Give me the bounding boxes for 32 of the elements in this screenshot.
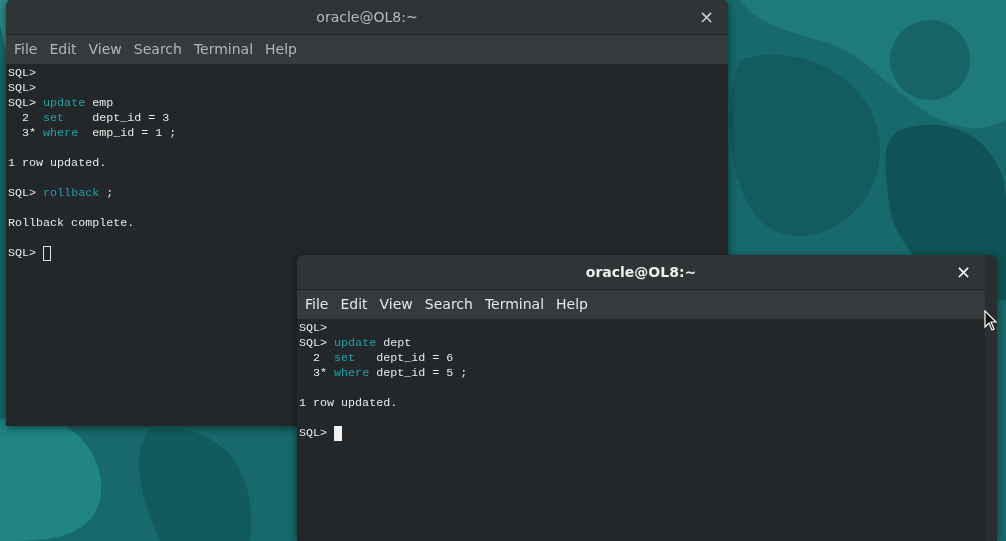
- menu-item[interactable]: Search: [127, 37, 188, 62]
- terminal-line: 1 row updated.: [299, 396, 399, 411]
- menu-item[interactable]: View: [373, 292, 419, 317]
- terminal-line: SQL> rollback ;: [8, 186, 115, 201]
- terminal-line: SQL> update dept: [299, 336, 413, 351]
- menu-item[interactable]: Help: [259, 37, 303, 62]
- terminal-line: 3* where emp_id = 1 ;: [21, 126, 178, 141]
- menu-item[interactable]: Terminal: [478, 292, 551, 317]
- menu-item[interactable]: Terminal: [187, 37, 260, 62]
- menu-item[interactable]: View: [82, 37, 128, 62]
- menu-item[interactable]: Search: [418, 292, 479, 317]
- menu-item[interactable]: Help: [550, 292, 594, 317]
- prompt-text: SQL>: [299, 426, 329, 440]
- terminal-line: SQL>: [8, 66, 38, 81]
- terminal-line: 3* where dept_id = 5 ;: [312, 366, 469, 381]
- close-button[interactable]: ×: [951, 262, 975, 282]
- terminal-line: SQL> update emp: [8, 96, 115, 111]
- terminal-line: SQL>: [299, 321, 329, 336]
- menu-item[interactable]: Edit: [334, 292, 374, 317]
- menu-item[interactable]: File: [299, 292, 335, 317]
- terminal-line: SQL>: [8, 81, 38, 96]
- menu-item[interactable]: Edit: [43, 37, 83, 62]
- prompt-text: SQL>: [8, 246, 38, 260]
- menu-item[interactable]: File: [8, 37, 44, 62]
- close-button[interactable]: ×: [694, 7, 718, 27]
- terminal-line: 1 row updated.: [8, 156, 108, 171]
- window-title: oracle@OL8:~: [585, 262, 697, 282]
- mouse-pointer-icon: [984, 310, 998, 332]
- terminal-line: 2 set dept_id = 3: [21, 111, 171, 126]
- window-title: oracle@OL8:~: [316, 7, 418, 27]
- terminal-line: 2 set dept_id = 6: [312, 351, 455, 366]
- terminal-line: Rollback complete.: [8, 216, 136, 231]
